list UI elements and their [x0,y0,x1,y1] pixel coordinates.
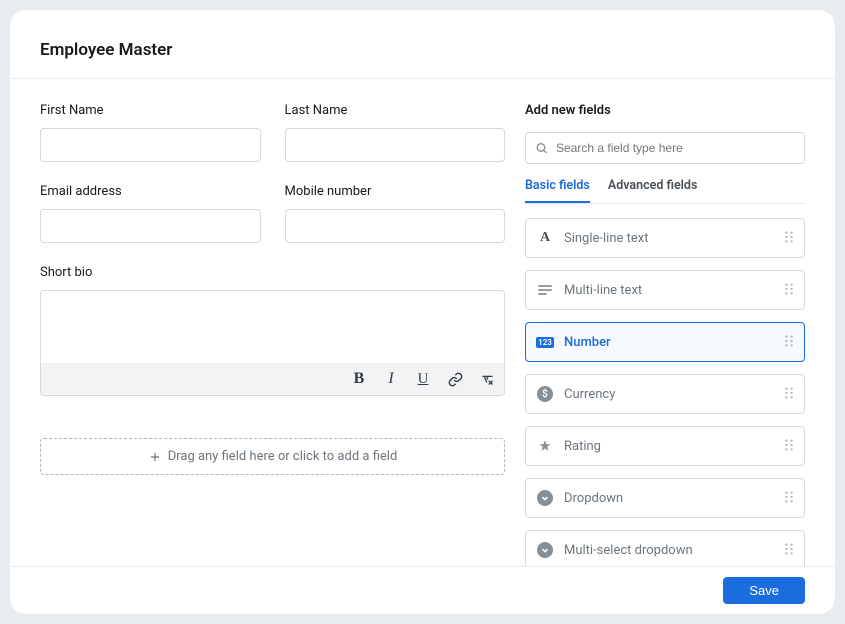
dropzone-text: Drag any field here or click to add a fi… [168,449,398,464]
field-type-label: Currency [564,387,774,402]
rich-text-toolbar: B I U [41,363,504,395]
field-type-label: Multi-select dropdown [564,543,774,558]
mobile-input[interactable] [285,209,506,243]
text-icon: A [536,229,554,247]
plus-icon [148,450,162,464]
bio-label: Short bio [40,265,505,280]
mobile-label: Mobile number [285,184,506,199]
field-type-label: Rating [564,439,774,454]
bio-field-group: Short bio B I U [40,265,505,396]
tab-basic-fields[interactable]: Basic fields [525,178,590,203]
chevron-down-icon [536,489,554,507]
multiline-icon [536,281,554,299]
currency-icon: $ [536,385,554,403]
last-name-label: Last Name [285,103,506,118]
tab-advanced-fields[interactable]: Advanced fields [608,178,698,203]
bold-icon[interactable]: B [350,367,368,391]
field-type-label: Number [564,335,774,350]
field-type-number[interactable]: 123 Number [525,322,805,362]
footer: Save [10,566,835,614]
bio-editor-body[interactable] [41,291,504,363]
content: First Name Last Name Email address Mobil… [10,79,835,566]
drag-handle-icon[interactable] [784,281,794,300]
form-builder-canvas: First Name Last Name Email address Mobil… [10,79,515,566]
header: Employee Master [10,10,835,79]
app-window: Employee Master First Name Last Name Ema… [10,10,835,614]
field-type-rating[interactable]: Rating [525,426,805,466]
email-field-group: Email address [40,184,261,243]
number-icon: 123 [536,333,554,351]
field-palette: Add new fields Basic fields Advanced fie… [515,79,835,566]
drag-handle-icon[interactable] [784,437,794,456]
field-type-list: A Single-line text Multi-line text 123 N… [525,218,805,566]
star-icon [536,437,554,455]
link-icon[interactable] [446,367,464,391]
clear-format-icon[interactable] [478,367,496,391]
chevron-down-icon [536,541,554,559]
drag-handle-icon[interactable] [784,541,794,560]
field-dropzone[interactable]: Drag any field here or click to add a fi… [40,438,505,475]
search-input[interactable] [525,132,805,164]
email-input[interactable] [40,209,261,243]
drag-handle-icon[interactable] [784,333,794,352]
field-type-single-line[interactable]: A Single-line text [525,218,805,258]
underline-icon[interactable]: U [414,367,432,391]
email-label: Email address [40,184,261,199]
save-button[interactable]: Save [723,577,805,604]
palette-title: Add new fields [525,103,805,118]
drag-handle-icon[interactable] [784,229,794,248]
field-type-multi-line[interactable]: Multi-line text [525,270,805,310]
first-name-field-group: First Name [40,103,261,162]
last-name-input[interactable] [285,128,506,162]
field-type-label: Single-line text [564,231,774,246]
page-title: Employee Master [40,40,805,60]
first-name-label: First Name [40,103,261,118]
bio-rich-text[interactable]: B I U [40,290,505,396]
last-name-field-group: Last Name [285,103,506,162]
drag-handle-icon[interactable] [784,385,794,404]
field-type-multi-dropdown[interactable]: Multi-select dropdown [525,530,805,566]
italic-icon[interactable]: I [382,367,400,391]
drag-handle-icon[interactable] [784,489,794,508]
search-icon [535,142,548,155]
first-name-input[interactable] [40,128,261,162]
field-type-label: Multi-line text [564,283,774,298]
mobile-field-group: Mobile number [285,184,506,243]
search-wrapper [525,132,805,164]
palette-tabs: Basic fields Advanced fields [525,178,805,204]
field-type-dropdown[interactable]: Dropdown [525,478,805,518]
field-type-currency[interactable]: $ Currency [525,374,805,414]
field-type-label: Dropdown [564,491,774,506]
